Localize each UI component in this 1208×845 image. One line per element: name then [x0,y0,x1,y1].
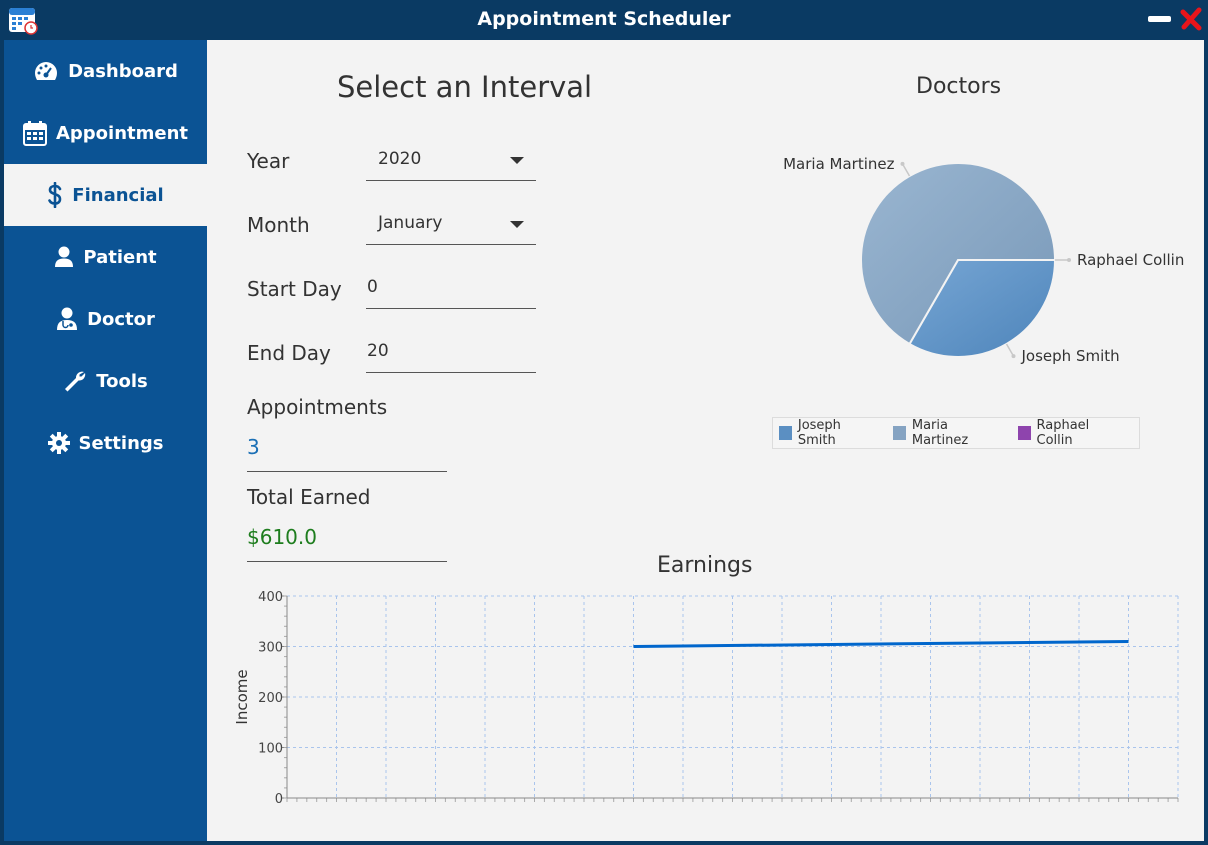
sidebar: Dashboard Appointment Financial Patient [4,40,207,841]
sidebar-item-settings[interactable]: Settings [4,412,207,474]
y-tick-label: 400 [258,590,283,605]
year-select-value: 2020 [378,149,422,169]
user-icon [55,246,74,267]
end-day-label: End Day [247,341,331,365]
pie-label-dot [1011,354,1016,359]
sidebar-item-label: Dashboard [68,60,178,82]
y-axis-label: Income [233,669,251,724]
pie-label-line [901,163,911,177]
pie-label-line [1005,343,1015,357]
pie-slice-label: Joseph Smith [1021,347,1120,365]
start-day-value: 0 [367,277,378,297]
sidebar-item-tools[interactable]: Tools [4,350,207,412]
sidebar-item-label: Tools [96,370,148,392]
pie-legend: Joseph Smith Maria Martinez Raphael Coll… [772,417,1140,449]
total-earned-value: $610.0 [247,525,317,549]
y-tick-label: 200 [258,691,283,706]
legend-label: Joseph Smith [797,418,841,448]
close-icon[interactable] [1180,7,1204,31]
sidebar-item-appointment[interactable]: Appointment [4,102,207,164]
chevron-down-icon [510,221,524,228]
sidebar-item-label: Settings [78,432,164,454]
legend-swatch [779,426,792,440]
pie-slice-label: Maria Martinez [783,155,895,173]
sidebar-item-label: Doctor [87,308,155,330]
financial-panel: Select an Interval Year 2020 Month Janua… [207,40,1204,841]
minimize-button[interactable] [1148,16,1171,22]
divider [247,561,447,562]
legend-item: Joseph Smith [779,418,876,448]
legend-label: Raphael Collin [1036,418,1090,448]
sidebar-item-financial[interactable]: Financial [4,164,207,226]
pie-label-dot [900,161,905,166]
calendar-icon [22,121,47,146]
y-tick-label: 100 [258,742,283,757]
sidebar-item-dashboard[interactable]: Dashboard [4,40,207,102]
pie-label-dot [1067,258,1071,262]
total-earned-label: Total Earned [247,485,371,509]
legend-swatch [893,426,906,440]
end-day-value: 20 [367,341,389,361]
dashboard-icon [35,62,58,80]
start-day-label: Start Day [247,277,342,301]
month-label: Month [247,213,310,237]
title-bar: Appointment Scheduler [0,0,1208,40]
appointments-value: 3 [247,435,260,459]
legend-item: Maria Martinez [893,418,1001,448]
y-tick-label: 300 [258,641,283,656]
line-chart-title: Earnings [657,553,753,578]
month-select-value: January [378,213,443,233]
earnings-line-chart: 0 100 200 300 400 Income [233,590,1179,807]
appointments-label: Appointments [247,395,388,419]
legend-item: Raphael Collin [1017,418,1122,448]
gear-icon [47,432,70,454]
start-day-field[interactable]: 0 [366,268,536,309]
sidebar-item-label: Patient [83,246,157,268]
legend-label: Maria Martinez [911,418,969,448]
doctors-pie-chart: Joseph Smith Maria Martinez Raphael Collin [783,155,1184,365]
legend-swatch [1017,426,1031,440]
dollar-icon [48,182,62,208]
month-select[interactable]: January [366,204,536,245]
wrench-icon [65,371,86,392]
sidebar-item-patient[interactable]: Patient [4,226,207,288]
interval-heading: Select an Interval [337,70,593,104]
doctor-icon [57,307,78,330]
window-title: Appointment Scheduler [477,8,731,30]
sidebar-item-doctor[interactable]: Doctor [4,288,207,350]
pie-chart-title: Doctors [916,74,1002,99]
sidebar-item-label: Financial [72,184,164,206]
chevron-down-icon [510,157,524,164]
year-label: Year [247,149,290,173]
y-tick-label: 0 [275,792,283,807]
end-day-field[interactable]: 20 [366,332,536,373]
pie-slice-label: Raphael Collin [1077,251,1184,269]
divider [247,471,447,472]
year-select[interactable]: 2020 [366,140,536,181]
sidebar-item-label: Appointment [55,122,189,144]
